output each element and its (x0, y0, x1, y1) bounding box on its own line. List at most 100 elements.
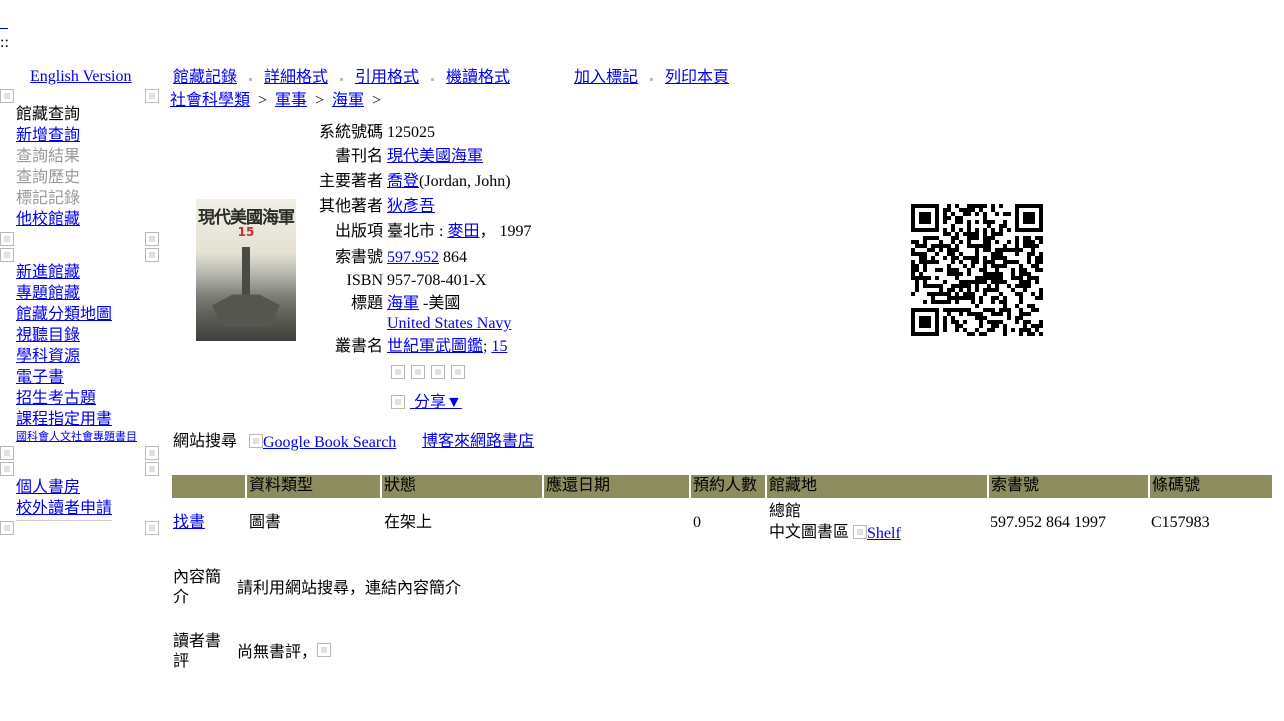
series-link[interactable]: 世紀軍武圖鑑 (387, 338, 483, 355)
series-label: 叢書名 (334, 338, 383, 355)
write-review-icon[interactable] (317, 643, 331, 657)
find-book-link[interactable]: 找書 (173, 513, 205, 532)
sidebar-item-other-libraries[interactable]: 他校館藏 (16, 210, 80, 229)
qr-module (1027, 332, 1031, 336)
qr-module (935, 316, 939, 320)
add-tag-link[interactable]: 加入標記 (574, 68, 638, 87)
qr-module (955, 236, 959, 240)
sidebar-item-special-collections[interactable]: 專題館藏 (16, 284, 80, 303)
main-author-value: 喬登(Jordan, John) (387, 172, 511, 191)
publisher-link[interactable]: 麥田 (447, 223, 479, 240)
qr-module (1003, 224, 1007, 228)
tab-detailed-format[interactable]: 詳細格式 (264, 68, 328, 87)
breadcrumb-item[interactable]: 社會科學類 (170, 91, 250, 110)
series-number-link[interactable]: 15 (491, 338, 507, 355)
qr-module (919, 320, 923, 324)
qr-module (955, 276, 959, 280)
sidebar-item-external-reader[interactable]: 校外讀者申請 (16, 499, 112, 518)
qr-module (971, 208, 975, 212)
qr-module (923, 316, 927, 320)
breadcrumb-item[interactable]: 軍事 (275, 91, 307, 110)
qr-module (991, 308, 995, 312)
location-area: 中文圖書區 (769, 524, 850, 541)
qr-module (991, 276, 995, 280)
isbn-label: ISBN (346, 272, 383, 289)
qr-module (947, 216, 951, 220)
social-share-icon[interactable] (411, 365, 425, 379)
subject-link[interactable]: 海軍 (387, 295, 419, 312)
qr-module (927, 324, 931, 328)
share-button[interactable]: 分享▼ (410, 393, 462, 412)
main-author-link[interactable]: 喬登 (387, 173, 419, 190)
qr-module (975, 284, 979, 288)
qr-module (931, 248, 935, 252)
sidebar-item-subject-resources[interactable]: 學科資源 (16, 347, 80, 366)
class-no-link[interactable]: 597.952 (387, 249, 439, 266)
qr-module (1003, 300, 1007, 304)
qr-module (975, 244, 979, 248)
sidebar-item-ebooks[interactable]: 電子書 (16, 368, 64, 387)
broken-image-icon (145, 446, 159, 460)
english-version-link[interactable]: English Version (30, 67, 131, 86)
qr-module (995, 296, 999, 300)
qr-module (1031, 324, 1035, 328)
print-page-link[interactable]: 列印本頁 (665, 68, 729, 87)
social-share-icon[interactable] (451, 365, 465, 379)
qr-module (923, 244, 927, 248)
qr-module (947, 312, 951, 316)
other-author-link[interactable]: 狄彥吾 (387, 197, 435, 216)
qr-module (987, 236, 991, 240)
qr-module (999, 272, 1003, 276)
share-label: 分享 (414, 394, 447, 411)
broken-image-icon (0, 232, 14, 246)
qr-module (951, 260, 955, 264)
share-icon[interactable] (391, 395, 405, 409)
qr-module (955, 204, 959, 208)
title-link[interactable]: 現代美國海軍 (387, 147, 483, 166)
breadcrumb-item[interactable]: 海軍 (332, 91, 364, 110)
publication-label: 出版項 (334, 223, 383, 240)
sidebar-item-av-catalog[interactable]: 視聽目錄 (16, 326, 80, 345)
social-share-icon[interactable] (431, 365, 445, 379)
qr-module (1031, 244, 1035, 248)
qr-module (1039, 296, 1043, 300)
qr-module (923, 236, 927, 240)
qr-module (1015, 208, 1019, 212)
qr-module (919, 256, 923, 260)
qr-module (1003, 264, 1007, 268)
top-link[interactable]: _ (0, 13, 8, 32)
tab-marc-format[interactable]: 機讀格式 (446, 68, 510, 87)
tab-citation-format[interactable]: 引用格式 (355, 68, 419, 87)
sidebar-item-classification-map[interactable]: 館藏分類地圖 (16, 305, 112, 324)
sidebar-item-personal-library[interactable]: 個人書房 (16, 478, 80, 497)
qr-module (927, 220, 931, 224)
qr-module (1035, 296, 1039, 300)
qr-module (947, 296, 951, 300)
qr-module (935, 324, 939, 328)
subject-english-link[interactable]: United States Navy (387, 314, 511, 333)
qr-module (943, 228, 947, 232)
sidebar-item-new-search[interactable]: 新增查詢 (16, 126, 80, 145)
shelf-link[interactable]: Shelf (853, 524, 901, 543)
sidebar-item-nsc-bibliography[interactable]: 國科會人文社會專題書目 (16, 431, 137, 444)
google-book-search-link[interactable]: Google Book Search (249, 433, 396, 452)
call-no-value: 597.952 864 (387, 248, 467, 267)
qr-module (995, 212, 999, 216)
books-com-tw-link[interactable]: 博客來網路書店 (422, 432, 534, 451)
sidebar-item-past-exams[interactable]: 招生考古題 (16, 389, 96, 408)
social-share-icon[interactable] (391, 365, 405, 379)
tab-holdings-record[interactable]: 館藏記錄 (173, 68, 237, 87)
sidebar-item-new-arrivals[interactable]: 新進館藏 (16, 263, 80, 282)
qr-module (935, 328, 939, 332)
qr-module (911, 228, 915, 232)
publication-value: 臺北市 : 麥田， 1997 (387, 222, 531, 241)
qr-module (1019, 272, 1023, 276)
qr-module (1023, 324, 1027, 328)
broken-image-icon (145, 89, 159, 103)
qr-module (975, 252, 979, 256)
qr-module (1031, 264, 1035, 268)
breadcrumb-separator: > (372, 92, 382, 109)
sidebar-item-course-reserves[interactable]: 課程指定用書 (16, 410, 112, 429)
qr-module (959, 296, 963, 300)
qr-module (919, 244, 923, 248)
